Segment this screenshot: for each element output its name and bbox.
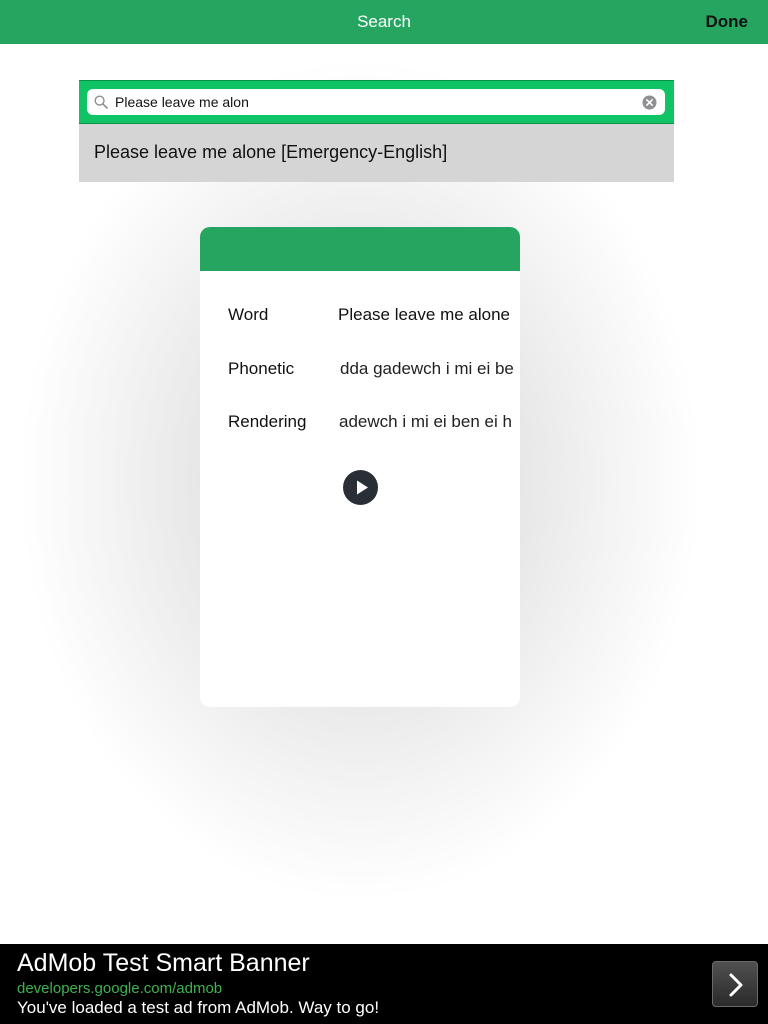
nav-title: Search: [357, 12, 411, 31]
search-bar: [79, 80, 674, 124]
search-input[interactable]: [115, 89, 635, 115]
ad-open-button[interactable]: [712, 961, 758, 1007]
phonetic-value: dda gadewch i mi ei be: [340, 359, 514, 378]
ad-description: You've loaded a test ad from AdMob. Way …: [17, 998, 380, 1017]
search-field-container[interactable]: [87, 89, 665, 115]
suggestion-label: Please leave me alone [Emergency-English…: [94, 142, 448, 162]
ad-title: AdMob Test Smart Banner: [17, 949, 310, 977]
app-screen: Search Done Please leave me alone [Emerg…: [0, 0, 768, 1024]
search-suggestion-item[interactable]: Please leave me alone [Emergency-English…: [79, 124, 674, 182]
play-audio-button[interactable]: [343, 470, 378, 505]
ad-banner[interactable]: AdMob Test Smart Banner developers.googl…: [0, 944, 768, 1024]
word-value: Please leave me alone: [338, 305, 511, 324]
search-icon: [94, 95, 108, 109]
navigation-bar: Search Done: [0, 0, 768, 44]
chevron-right-icon: [729, 973, 743, 997]
phonetic-label: Phonetic: [228, 359, 295, 378]
rendering-value: adewch i mi ei ben ei h: [339, 412, 512, 431]
rendering-label: Rendering: [228, 412, 307, 431]
phrase-card: Word Please leave me alone Phonetic dda …: [200, 227, 520, 707]
play-icon: [357, 480, 368, 495]
card-header: [200, 227, 520, 271]
word-label: Word: [228, 305, 269, 324]
done-button[interactable]: Done: [706, 0, 749, 44]
ad-url: developers.google.com/admob: [17, 980, 223, 997]
clear-icon[interactable]: [642, 95, 657, 110]
